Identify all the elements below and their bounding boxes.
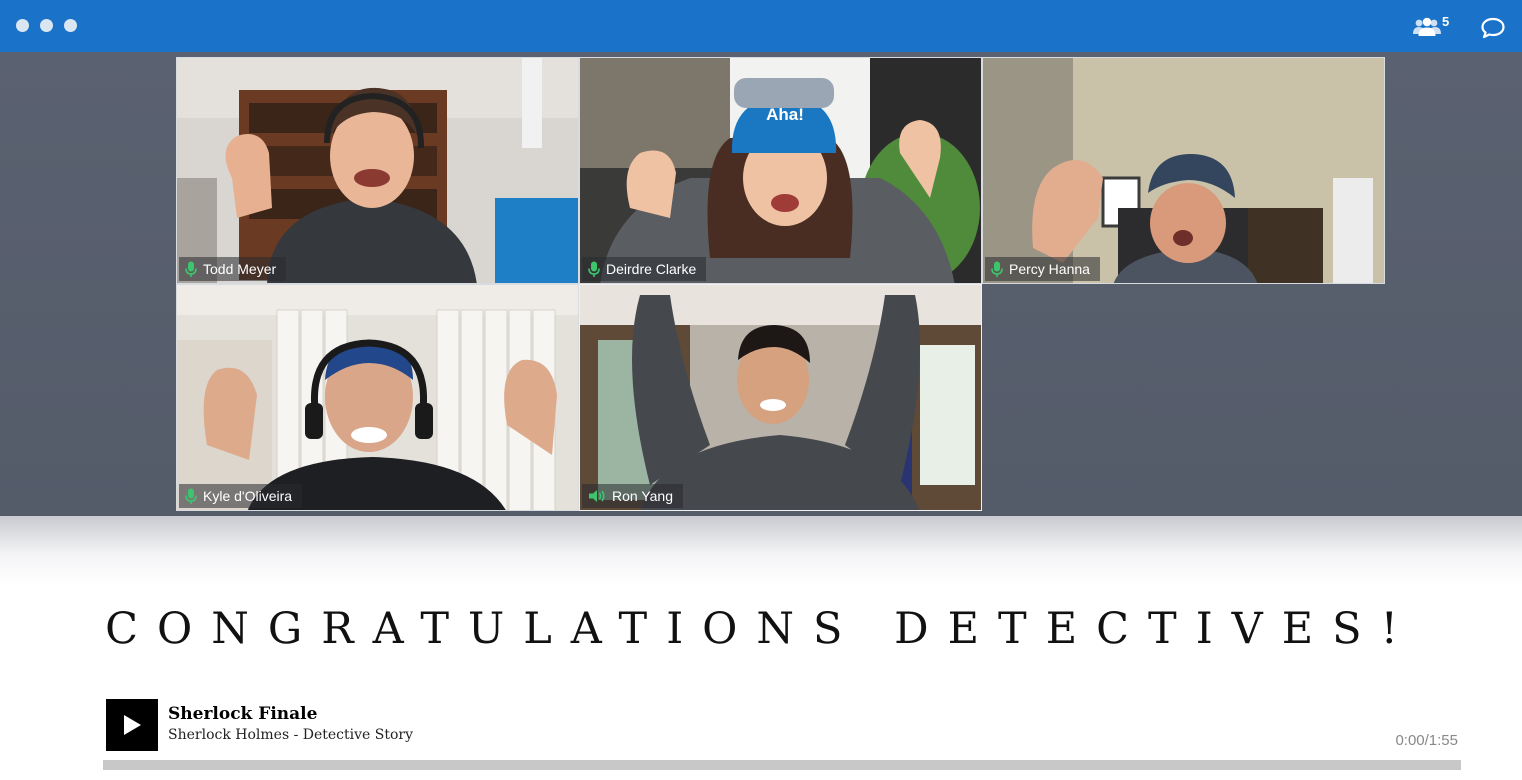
participant-nametag: Todd Meyer xyxy=(179,257,287,281)
video-tile[interactable]: Percy Hanna xyxy=(982,57,1385,284)
video-tile[interactable]: Kyle d'Oliveira xyxy=(176,284,579,511)
participants-icon xyxy=(1413,17,1441,36)
progress-bar[interactable] xyxy=(103,760,1461,770)
participants-count: 5 xyxy=(1442,14,1450,29)
participant-nametag: Kyle d'Oliveira xyxy=(179,484,303,508)
video-feed-image xyxy=(983,58,1384,283)
video-tile[interactable]: Todd Meyer xyxy=(176,57,579,284)
microphone-icon xyxy=(185,261,197,277)
microphone-icon xyxy=(588,261,600,277)
microphone-icon xyxy=(991,261,1003,277)
window-controls[interactable] xyxy=(16,19,77,32)
participants-button[interactable]: 5 xyxy=(1412,12,1456,42)
speaker-icon xyxy=(589,490,605,502)
video-feed-image: Aha! xyxy=(580,58,981,283)
microphone-icon xyxy=(185,488,197,504)
play-button[interactable] xyxy=(106,699,158,751)
participant-name: Kyle d'Oliveira xyxy=(203,488,293,504)
window-dot-icon[interactable] xyxy=(16,19,29,32)
participant-name: Deirdre Clarke xyxy=(606,261,697,277)
audio-player: Sherlock Finale Sherlock Holmes - Detect… xyxy=(103,699,1461,771)
play-icon xyxy=(124,715,141,735)
track-title: Sherlock Finale xyxy=(168,704,318,724)
stage-shadow xyxy=(0,516,1522,586)
video-tile[interactable]: Aha! Deirdre Clarke xyxy=(579,57,982,284)
participant-name: Ron Yang xyxy=(612,488,673,504)
top-bar: 5 xyxy=(0,0,1522,52)
participant-name: Percy Hanna xyxy=(1009,261,1090,277)
video-feed-image xyxy=(580,285,981,510)
track-time: 0:00/1:55 xyxy=(1395,732,1458,749)
video-feed-image xyxy=(177,285,578,510)
video-feed-image xyxy=(177,58,578,283)
participant-nametag: Ron Yang xyxy=(582,484,683,508)
participant-nametag: Deirdre Clarke xyxy=(582,257,707,281)
congratulations-headline: CONGRATULATIONS DETECTIVES! xyxy=(105,604,1417,654)
video-stage: Todd Meyer Aha! Deirdre Clarke Percy Han… xyxy=(0,52,1522,516)
window-dot-icon[interactable] xyxy=(40,19,53,32)
window-dot-icon[interactable] xyxy=(64,19,77,32)
video-tile[interactable]: Ron Yang xyxy=(579,284,982,511)
track-artist: Sherlock Holmes - Detective Story xyxy=(168,727,414,743)
participant-name: Todd Meyer xyxy=(203,261,277,277)
chat-icon[interactable] xyxy=(1480,16,1506,40)
participant-nametag: Percy Hanna xyxy=(985,257,1100,281)
svg-text:Aha!: Aha! xyxy=(766,105,804,124)
